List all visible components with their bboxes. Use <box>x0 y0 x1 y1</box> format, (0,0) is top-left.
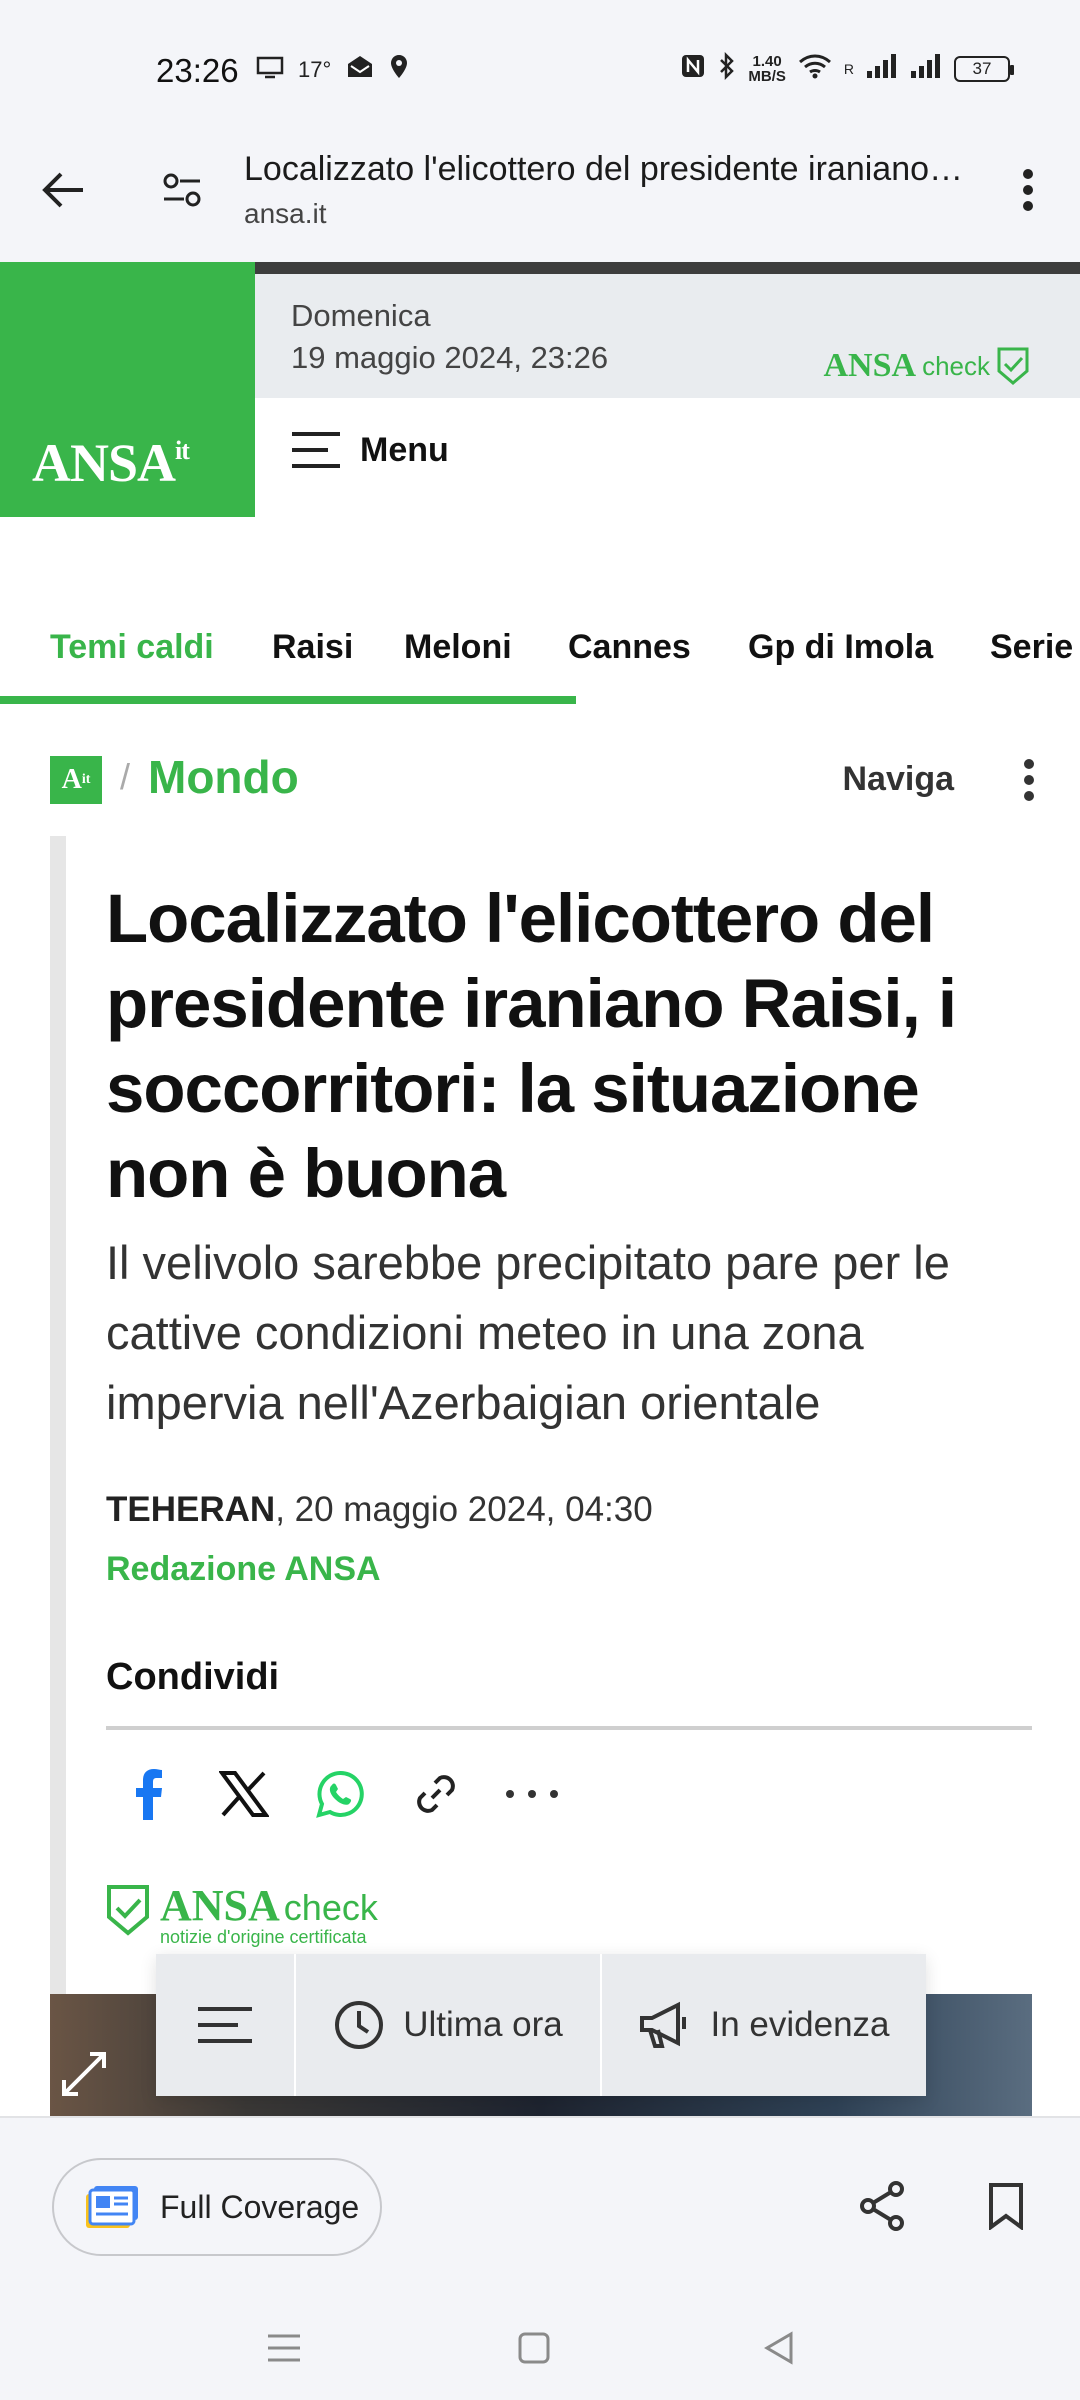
hamburger-icon <box>292 432 340 468</box>
site-settings-button[interactable] <box>152 160 212 220</box>
menu-button[interactable]: Menu <box>290 430 449 470</box>
topic-raisi[interactable]: Raisi <box>272 628 353 667</box>
header-top-rule <box>255 262 1080 274</box>
status-right-icons: 1.40 MB/S R 37 <box>680 51 1014 86</box>
naviga-button[interactable]: Naviga <box>843 760 955 799</box>
x-share-button[interactable] <box>216 1762 272 1826</box>
date-day: Domenica <box>291 298 431 333</box>
link-icon <box>417 1775 455 1813</box>
whatsapp-share-button[interactable] <box>312 1762 368 1826</box>
nfc-icon <box>680 53 706 85</box>
share-buttons <box>120 1762 560 1826</box>
signal-icon-1 <box>866 53 898 85</box>
share-icon <box>860 2181 904 2231</box>
article-dateline: TEHERAN, 20 maggio 2024, 04:30 <box>106 1490 653 1529</box>
share-title: Condividi <box>106 1656 280 1698</box>
home-button[interactable] <box>504 2318 564 2378</box>
vertical-dots-icon <box>1024 759 1034 801</box>
battery-level: 37 <box>972 59 992 78</box>
battery-icon: 37 <box>954 56 1014 82</box>
expand-image-button[interactable] <box>56 2046 112 2102</box>
recents-icon <box>268 2334 300 2362</box>
ultima-ora-button[interactable]: Ultima ora <box>296 1954 602 2096</box>
share-divider <box>106 1726 1032 1730</box>
ansacheck-certified-badge[interactable]: ANSA check notizie d'origine certificata <box>106 1884 378 1948</box>
topic-meloni[interactable]: Meloni <box>404 628 512 667</box>
clock-icon <box>335 2001 384 2049</box>
recents-button[interactable] <box>254 2318 314 2378</box>
expand-icon <box>62 2052 106 2096</box>
topic-cannes[interactable]: Cannes <box>568 628 691 667</box>
article-left-rule <box>50 836 66 2116</box>
section-logo[interactable]: Ait <box>50 756 102 804</box>
wifi-icon <box>798 53 832 85</box>
browser-bottom-bar: Full Coverage <box>0 2116 1080 2294</box>
status-time: 23:26 <box>156 52 239 89</box>
topic-gp-imola[interactable]: Gp di Imola <box>748 628 933 667</box>
article-author[interactable]: Redazione ANSA <box>106 1550 381 1589</box>
date-full: 19 maggio 2024, 23:26 <box>291 340 609 375</box>
naviga-more-button[interactable] <box>1004 752 1054 808</box>
system-navigation-bar <box>0 2294 1080 2400</box>
arrow-left-icon <box>42 172 83 208</box>
screen-cast-icon <box>256 55 284 85</box>
location-icon <box>389 54 409 86</box>
temperature-text: 17° <box>298 57 332 82</box>
hamburger-icon <box>198 2007 252 2043</box>
page-title[interactable]: Localizzato l'elicottero del presidente … <box>244 150 964 189</box>
breadcrumb-separator: / <box>120 756 131 797</box>
newspaper-icon <box>86 2186 138 2228</box>
topics-scroll-indicator <box>0 696 576 704</box>
horizontal-dots-icon <box>506 1790 558 1798</box>
status-left-icons: 17° <box>256 54 409 86</box>
full-coverage-button[interactable]: Full Coverage <box>52 2158 382 2256</box>
topic-temi-caldi[interactable]: Temi caldi <box>50 628 214 667</box>
triangle-back-icon <box>764 2331 793 2365</box>
more-options-button[interactable] <box>998 160 1058 220</box>
copy-link-button[interactable] <box>408 1762 464 1826</box>
shield-check-icon <box>107 1885 149 1936</box>
facebook-icon <box>136 1769 162 1820</box>
hot-topics-nav: Temi caldi Raisi Meloni Cannes Gp di Imo… <box>0 610 1080 708</box>
article-headline: Localizzato l'elicottero del presidente … <box>106 880 957 1212</box>
roaming-text: R <box>843 61 854 77</box>
system-back-button[interactable] <box>750 2318 810 2378</box>
home-icon <box>518 2332 550 2364</box>
in-evidenza-button[interactable]: In evidenza <box>602 1954 926 2096</box>
tune-icon <box>163 173 201 207</box>
whatsapp-icon <box>316 1770 364 1818</box>
back-button[interactable] <box>34 160 94 220</box>
shield-check-icon <box>997 347 1029 385</box>
quick-menu-button[interactable] <box>156 1954 296 2096</box>
bookmark-icon <box>989 2183 1023 2230</box>
article-subhead: Il velivolo sarebbe precipitato pare per… <box>106 1236 950 1429</box>
page-url[interactable]: ansa.it <box>244 198 327 230</box>
x-icon <box>219 1771 269 1817</box>
ansa-logo[interactable]: ANSAit <box>0 262 255 517</box>
bookmark-button[interactable] <box>976 2176 1036 2236</box>
section-name[interactable]: Mondo <box>148 750 299 804</box>
browser-toolbar: Localizzato l'elicottero del presidente … <box>0 130 1080 262</box>
date-band: Domenica 19 maggio 2024, 23:26 ANSA chec… <box>255 274 1080 398</box>
bluetooth-icon <box>718 51 736 86</box>
net-speed: 1.40 MB/S <box>748 53 786 85</box>
share-button[interactable] <box>852 2176 912 2236</box>
megaphone-icon <box>640 2001 687 2048</box>
status-bar: 23:26 17° 1.40 MB/S R 37 <box>0 0 1080 130</box>
topic-serie[interactable]: Serie <box>990 628 1073 667</box>
signal-icon-2 <box>910 53 942 85</box>
mail-notification-icon <box>345 54 375 86</box>
ansacheck-badge[interactable]: ANSA check <box>824 346 1031 386</box>
facebook-share-button[interactable] <box>120 1762 176 1826</box>
more-share-button[interactable] <box>504 1762 560 1826</box>
floating-quick-menu: Ultima ora In evidenza <box>156 1954 926 2096</box>
vertical-dots-icon <box>1023 169 1033 211</box>
